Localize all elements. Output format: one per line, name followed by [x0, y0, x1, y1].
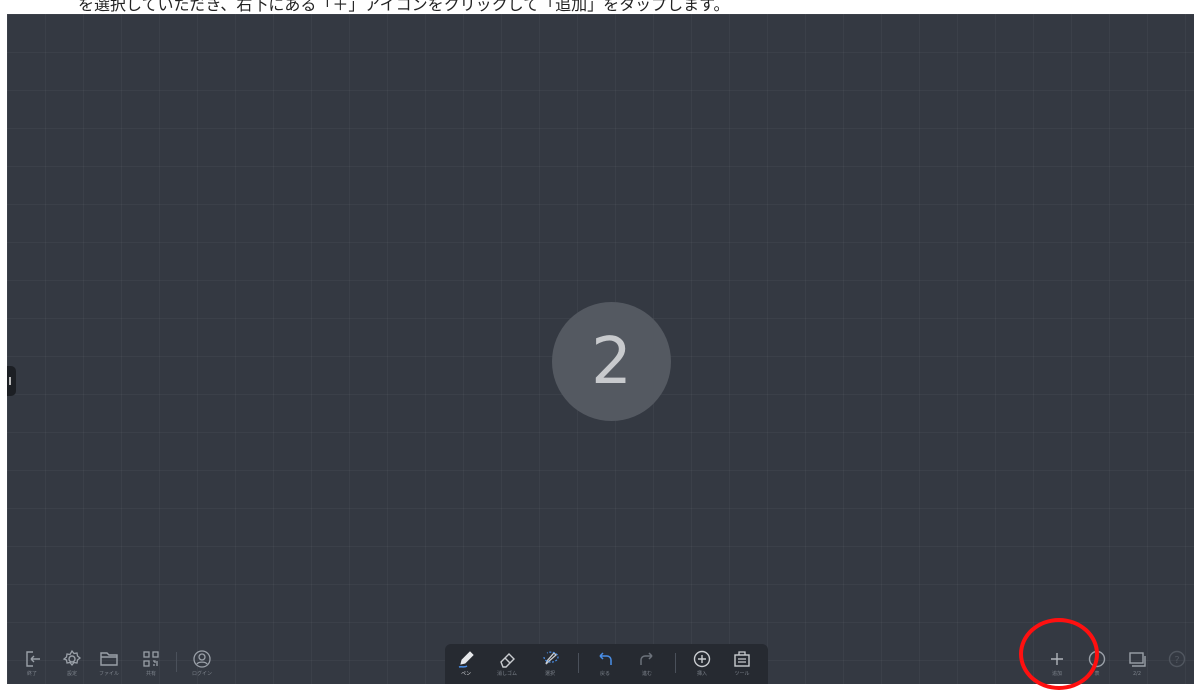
instruction-caption: を選択していただき、右下にある「＋」アイコンをクリックして「追加」をタップします… — [0, 0, 1194, 14]
settings-label: 設定 — [66, 671, 77, 677]
help-icon: ? — [1168, 650, 1186, 668]
exit-icon — [26, 651, 40, 667]
insert-icon — [693, 650, 711, 668]
share-button[interactable]: 共有 — [134, 649, 168, 685]
user-icon — [193, 650, 211, 668]
pages-button[interactable]: 2/2 — [1120, 649, 1154, 685]
undo-label: 戻る — [599, 671, 610, 677]
select-button[interactable]: 選択 — [533, 649, 567, 685]
whiteboard-canvas[interactable]: 2 — [7, 14, 1194, 684]
eraser-icon — [500, 653, 515, 668]
caption-text: を選択していただき、右下にある「＋」アイコンをクリックして「追加」をタップします… — [78, 0, 730, 14]
toolbar-divider — [578, 653, 579, 673]
redo-icon — [640, 652, 653, 665]
eraser-label: 消しゴム — [496, 671, 517, 677]
toolbox-icon — [734, 651, 750, 667]
exit-label: 終了 — [26, 671, 37, 677]
insert-label: 挿入 — [696, 671, 707, 677]
side-panel-handle[interactable] — [7, 366, 16, 396]
undo-icon — [599, 652, 612, 665]
login-button[interactable]: ログイン — [185, 649, 219, 685]
settings-button[interactable]: 設定 — [55, 649, 89, 685]
login-label: ログイン — [191, 671, 212, 677]
help-glyph: ? — [1174, 655, 1179, 666]
file-button[interactable]: ファイル — [92, 649, 126, 685]
insert-button[interactable]: 挿入 — [685, 649, 719, 685]
redo-button[interactable]: 進む — [630, 649, 664, 685]
pages-icon — [1129, 652, 1146, 667]
toolbar-divider — [675, 653, 676, 673]
help-button[interactable]: ? — [1160, 649, 1194, 685]
toolbar-divider — [176, 652, 177, 672]
pen-icon — [458, 651, 474, 668]
table-label: 表 — [1094, 671, 1100, 677]
lasso-select-icon — [543, 651, 559, 665]
exit-button[interactable]: 終了 — [15, 649, 49, 685]
share-label: 共有 — [145, 671, 156, 677]
qr-code-icon — [143, 651, 159, 667]
center-toolbar: ペン 消しゴム 選択 戻る 進む 挿入 ツール — [445, 644, 768, 684]
select-label: 選択 — [544, 671, 555, 677]
file-label: ファイル — [98, 671, 119, 677]
pages-label: 2/2 — [1132, 671, 1142, 677]
page-indicator: 2 — [552, 302, 671, 421]
undo-button[interactable]: 戻る — [588, 649, 622, 685]
highlight-circle — [1019, 618, 1099, 690]
folder-icon — [100, 652, 118, 666]
page-number: 2 — [591, 324, 632, 399]
pen-button[interactable]: ペン — [449, 649, 483, 685]
tools-label: ツール — [734, 671, 750, 677]
tools-button[interactable]: ツール — [725, 649, 759, 685]
eraser-button[interactable]: 消しゴム — [490, 649, 524, 685]
gear-icon — [62, 649, 82, 667]
redo-label: 進む — [641, 671, 652, 677]
pen-label: ペン — [460, 671, 471, 677]
